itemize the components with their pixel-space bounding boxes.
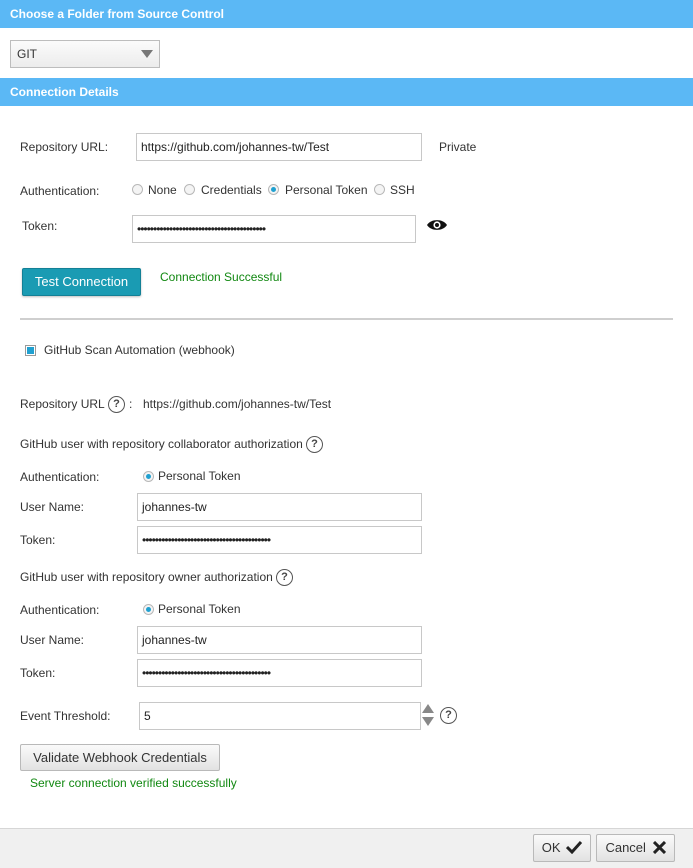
dialog-footer: OK Cancel [0,828,693,868]
dropdown-arrow-icon [141,50,153,58]
webhook-checkbox[interactable] [25,345,36,356]
webhook-checkbox-label[interactable]: GitHub Scan Automation (webhook) [44,343,235,357]
collaborator-token-input[interactable]: •••••••••••••••••••••••••••••••••••••••• [137,526,422,554]
token-input[interactable]: •••••••••••••••••••••••••••••••••••••••• [132,215,416,243]
auth-option-ssh[interactable]: SSH [390,183,415,197]
help-icon[interactable]: ? [440,707,457,724]
cancel-button[interactable]: Cancel [596,834,675,862]
webhook-repo-url-label: Repository URL [20,397,105,411]
repo-url-input[interactable]: https://github.com/johannes-tw/Test [136,133,422,161]
owner-auth-option[interactable]: Personal Token [158,602,241,616]
auth-option-personal-token[interactable]: Personal Token [285,183,368,197]
auth-radio-personal-token[interactable] [268,184,279,195]
collaborator-username-label: User Name: [20,500,85,514]
collaborator-auth-radio-personal-token[interactable] [143,471,154,482]
collaborator-auth-option[interactable]: Personal Token [158,469,241,483]
test-connection-button[interactable]: Test Connection [22,268,141,296]
connection-details-header: Connection Details [0,78,693,106]
collaborator-section-title: GitHub user with repository collaborator… [20,437,303,451]
owner-section-title: GitHub user with repository owner author… [20,570,273,584]
connection-status: Connection Successful [160,270,283,284]
auth-option-none[interactable]: None [148,183,177,197]
cancel-label: Cancel [605,840,646,855]
auth-label: Authentication: [20,184,100,198]
collaborator-token-label: Token: [20,533,56,547]
owner-token-label: Token: [20,666,56,680]
token-label: Token: [22,219,58,233]
collaborator-auth-label: Authentication: [20,470,100,484]
help-icon[interactable]: ? [276,569,293,586]
auth-radio-none[interactable] [132,184,143,195]
auth-option-credentials[interactable]: Credentials [201,183,262,197]
collaborator-username-input[interactable]: johannes-tw [137,493,422,521]
event-threshold-input[interactable]: 5 [139,702,421,730]
owner-username-label: User Name: [20,633,85,647]
eye-icon[interactable] [426,218,448,232]
owner-token-input[interactable]: •••••••••••••••••••••••••••••••••••••••• [137,659,422,687]
owner-username-input[interactable]: johannes-tw [137,626,422,654]
validate-webhook-label: Validate Webhook Credentials [33,750,207,765]
connection-details-title: Connection Details [10,85,119,99]
webhook-checkbox-mark [27,347,34,354]
auth-radio-ssh[interactable] [374,184,385,195]
owner-auth-radio-personal-token[interactable] [143,604,154,615]
repo-url-label: Repository URL: [20,140,109,154]
spinner-up-icon[interactable] [422,704,434,714]
event-threshold-label: Event Threshold: [20,709,111,723]
help-icon[interactable]: ? [108,396,125,413]
spinner-down-icon[interactable] [422,717,434,727]
webhook-repo-url-separator: : [129,397,133,411]
ok-button[interactable]: OK [533,834,591,862]
validate-status: Server connection verified successfully [30,776,237,790]
source-type-value: GIT [17,47,37,61]
dialog-title: Choose a Folder from Source Control [10,7,225,21]
repo-visibility: Private [439,140,477,154]
checkmark-icon [566,840,583,855]
test-connection-label: Test Connection [34,274,129,289]
validate-webhook-button[interactable]: Validate Webhook Credentials [20,744,220,771]
help-icon[interactable]: ? [306,436,323,453]
dialog-title-bar: Choose a Folder from Source Control [0,0,693,28]
webhook-repo-url-value: https://github.com/johannes-tw/Test [143,397,332,411]
section-divider [20,318,673,320]
auth-radio-group: None Credentials Personal Token SSH [132,183,432,197]
owner-auth-label: Authentication: [20,603,100,617]
close-icon [652,840,666,855]
ok-label: OK [541,840,561,855]
auth-radio-credentials[interactable] [184,184,195,195]
source-type-select[interactable]: GIT [10,40,160,68]
